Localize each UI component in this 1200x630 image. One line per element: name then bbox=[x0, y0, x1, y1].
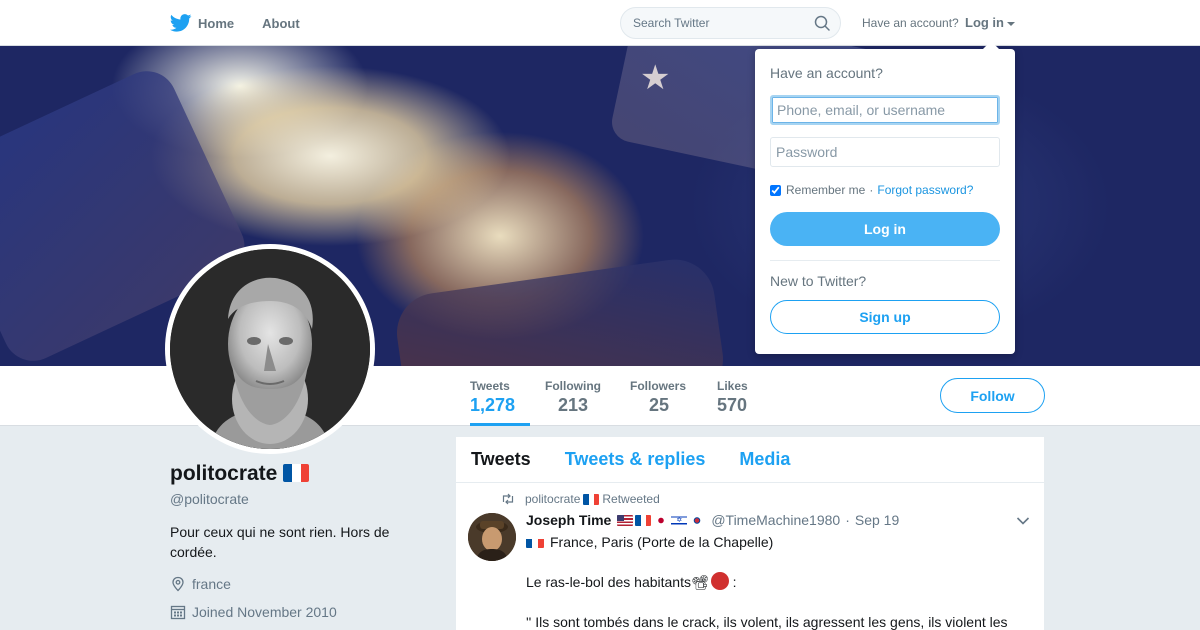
search-input[interactable] bbox=[621, 8, 801, 38]
profile-avatar[interactable] bbox=[165, 244, 375, 454]
login-button[interactable]: Log in bbox=[770, 212, 1000, 246]
tweet-author-avatar[interactable] bbox=[468, 513, 516, 561]
retweet-context: politocrate Retweeted bbox=[501, 492, 660, 506]
profile-location: france bbox=[170, 576, 231, 592]
profile-joined: Joined November 2010 bbox=[170, 604, 337, 620]
stat-value: 213 bbox=[558, 395, 589, 415]
nav-home-label: Home bbox=[198, 15, 235, 31]
top-navigation-bar: Home About Have an account? Log in bbox=[0, 0, 1200, 46]
tab-tweets[interactable]: Tweets bbox=[471, 449, 531, 470]
france-flag-icon bbox=[583, 493, 600, 505]
login-dropdown-toggle[interactable]: Log in bbox=[965, 15, 1015, 30]
remember-me-row: Remember me · Forgot password? bbox=[770, 183, 973, 197]
tweet-line: Le ras-le-bol des habitants📽 : bbox=[526, 572, 1026, 592]
stat-label: Tweets bbox=[470, 379, 510, 393]
nav-about-label: About bbox=[262, 15, 300, 31]
tweet-timestamp[interactable]: Sep 19 bbox=[855, 512, 899, 528]
stat-value: 570 bbox=[717, 395, 748, 415]
follow-button[interactable]: Follow bbox=[940, 378, 1045, 413]
timeline: Tweets Tweets & replies Media politocrat… bbox=[456, 437, 1044, 630]
password-field[interactable] bbox=[770, 137, 1000, 167]
nav-about-link[interactable]: About bbox=[262, 16, 300, 31]
profile-name: politocrate bbox=[170, 462, 310, 486]
timeline-tabs: Tweets Tweets & replies Media bbox=[456, 437, 1044, 483]
france-flag-icon bbox=[635, 514, 652, 526]
bust-portrait-icon bbox=[170, 249, 370, 449]
israel-flag-icon: ✡ bbox=[671, 514, 688, 526]
profile-location-text: france bbox=[192, 576, 231, 592]
stat-label: Likes bbox=[717, 379, 748, 393]
camera-emoji-icon: 📽 bbox=[691, 574, 709, 590]
stat-likes[interactable]: Likes 570 bbox=[717, 366, 748, 426]
stat-followers[interactable]: Followers 25 bbox=[630, 366, 686, 426]
tweet-line-text: : bbox=[728, 574, 737, 590]
angry-face-emoji-icon bbox=[710, 572, 729, 590]
korea-flag-icon bbox=[689, 514, 706, 526]
tweet-line-text: Le ras-le-bol des habitants bbox=[526, 574, 691, 590]
tweet-header: Joseph Time ✡ @TimeMachine1980 · Sep 19 bbox=[526, 512, 899, 528]
chevron-down-icon[interactable] bbox=[1016, 516, 1030, 526]
username-field[interactable] bbox=[770, 95, 1000, 125]
nav-home-link[interactable]: Home bbox=[170, 14, 234, 32]
author-photo bbox=[468, 513, 516, 561]
stat-value: 25 bbox=[649, 395, 670, 415]
france-flag-icon bbox=[526, 536, 544, 548]
avatar-image bbox=[170, 249, 370, 449]
profile-joined-text: Joined November 2010 bbox=[192, 604, 337, 620]
usa-flag-icon bbox=[617, 514, 634, 526]
twitter-bird-icon bbox=[170, 14, 192, 32]
france-flag-icon bbox=[283, 464, 310, 482]
search-icon[interactable] bbox=[814, 15, 830, 31]
tweet-author-handle[interactable]: @TimeMachine1980 bbox=[711, 512, 840, 528]
stat-label: Following bbox=[545, 379, 601, 393]
stat-following[interactable]: Following 213 bbox=[545, 366, 601, 426]
forgot-password-link[interactable]: Forgot password? bbox=[877, 183, 973, 197]
retweeter-name[interactable]: politocrate bbox=[525, 492, 580, 506]
stat-label: Followers bbox=[630, 379, 687, 393]
retweet-icon bbox=[502, 493, 514, 505]
login-dropdown: Have an account? Remember me · Forgot pa… bbox=[755, 41, 1015, 354]
tweet-text: France, Paris (Porte de la Chapelle) Le … bbox=[526, 532, 1026, 630]
remember-me-checkbox[interactable] bbox=[770, 184, 781, 196]
profile-handle[interactable]: @politocrate bbox=[170, 491, 249, 507]
banner-flag-fold bbox=[391, 254, 729, 366]
login-link-label: Log in bbox=[965, 15, 1004, 30]
tweet-line: '' Ils sont tombés dans le crack, ils vo… bbox=[526, 612, 1026, 630]
star-icon: ★ bbox=[640, 59, 671, 97]
remember-me-label: Remember me bbox=[786, 183, 866, 197]
japan-flag-icon bbox=[653, 514, 670, 526]
separator-dot: · bbox=[869, 183, 874, 197]
tweet-author-name[interactable]: Joseph Time bbox=[526, 512, 611, 528]
flag-emojis: ✡ bbox=[617, 514, 706, 526]
login-dropdown-title: Have an account? bbox=[770, 65, 883, 81]
caret-down-icon bbox=[1007, 21, 1015, 26]
tweet-line-text: '' Ils sont tombés dans le crack, ils vo… bbox=[526, 614, 1008, 630]
tweet-line: France, Paris (Porte de la Chapelle) bbox=[526, 532, 1026, 552]
retweeted-label: Retweeted bbox=[602, 492, 660, 506]
have-account-text: Have an account? bbox=[862, 16, 959, 30]
divider bbox=[770, 260, 1000, 261]
tab-tweets-and-replies[interactable]: Tweets & replies bbox=[565, 449, 706, 470]
stat-tweets[interactable]: Tweets 1,278 bbox=[470, 366, 530, 426]
new-to-twitter-text: New to Twitter? bbox=[770, 273, 867, 289]
profile-name-text: politocrate bbox=[170, 462, 278, 485]
nav-links: Home About bbox=[170, 0, 328, 46]
calendar-icon bbox=[170, 605, 186, 620]
search-box bbox=[620, 7, 841, 39]
tab-media[interactable]: Media bbox=[739, 449, 790, 470]
stat-value: 1,278 bbox=[470, 395, 516, 415]
signup-button[interactable]: Sign up bbox=[770, 300, 1000, 334]
profile-bio: Pour ceux qui ne sont rien. Hors de cord… bbox=[170, 524, 390, 560]
location-pin-icon bbox=[172, 576, 184, 592]
separator-dot: · bbox=[845, 512, 850, 528]
tweet-line-text: France, Paris (Porte de la Chapelle) bbox=[550, 534, 774, 550]
